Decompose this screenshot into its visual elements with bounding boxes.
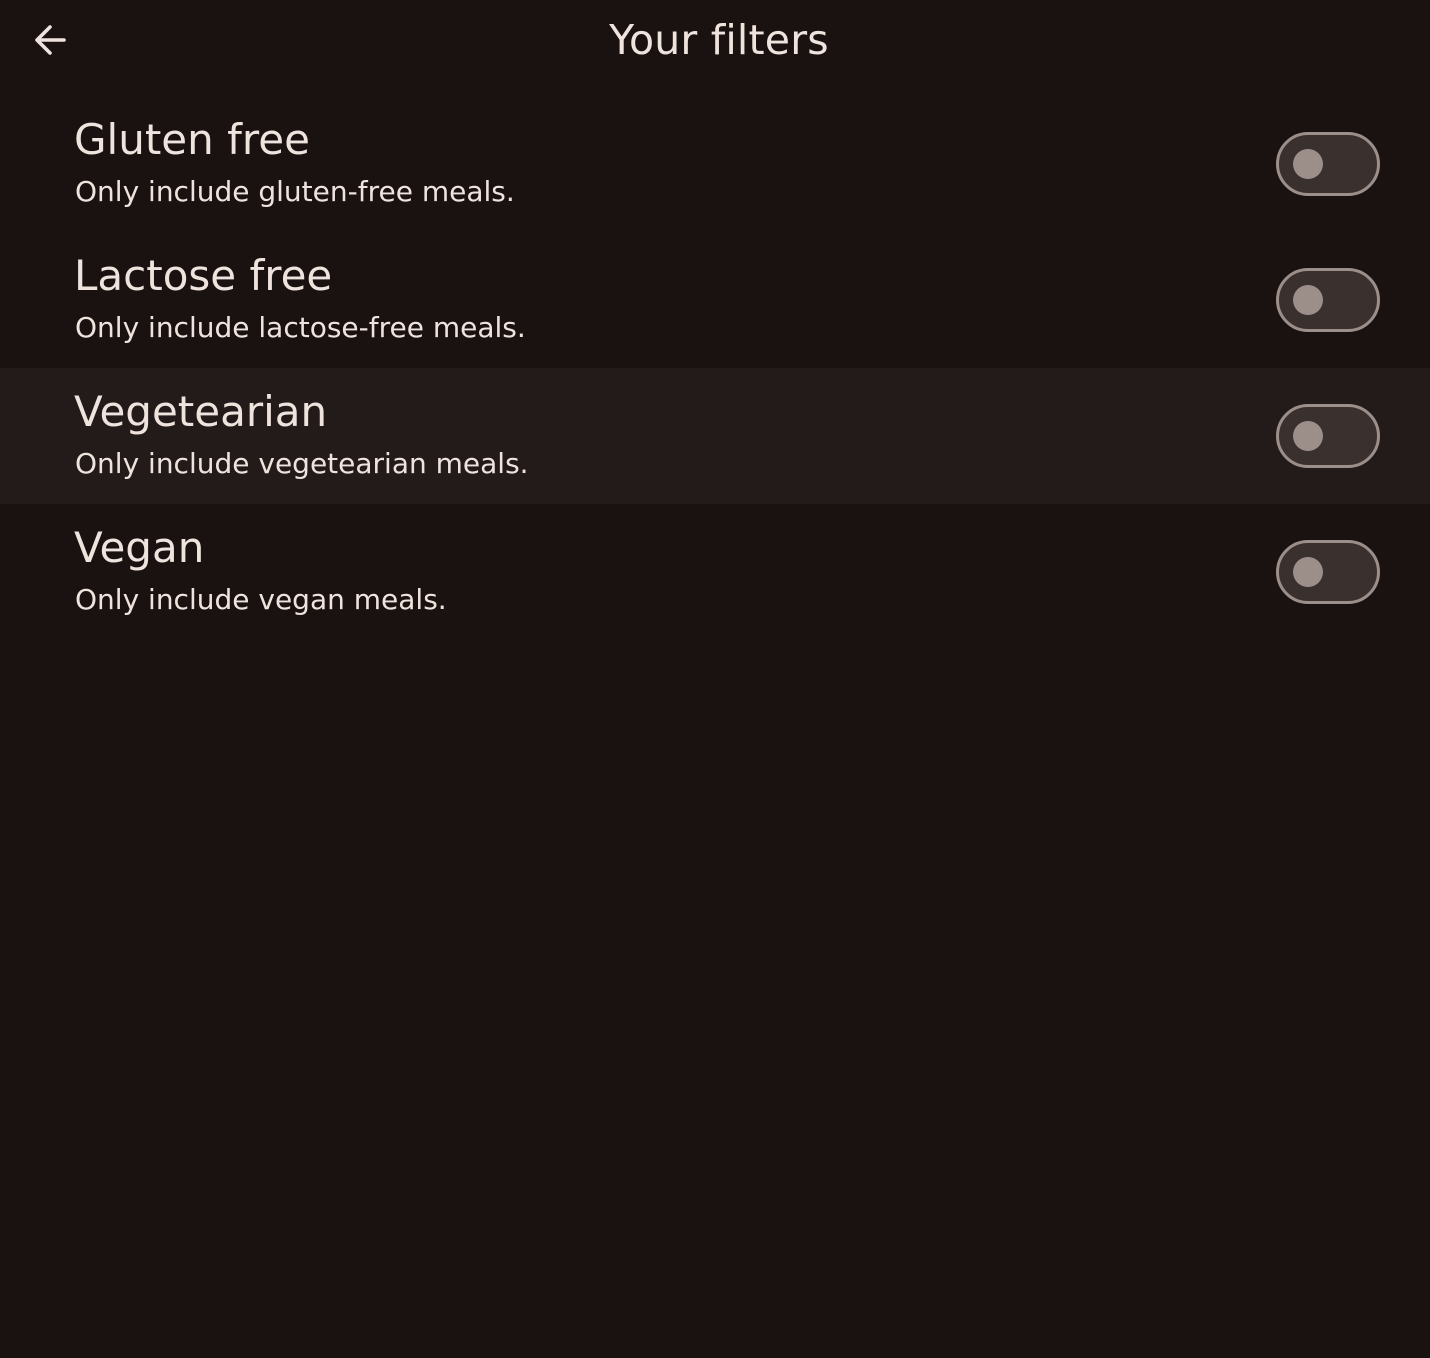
filter-row-vegetarian[interactable]: Vegetearian Only include vegetearian mea… [0, 368, 1430, 504]
filter-subtitle: Only include lactose-free meals. [75, 311, 526, 344]
lactose-free-switch[interactable] [1276, 268, 1380, 332]
page-title: Your filters [609, 16, 829, 64]
switch-thumb [1293, 285, 1323, 315]
filter-title: Vegetearian [74, 387, 328, 436]
filter-subtitle: Only include vegetearian meals. [75, 447, 529, 480]
app-bar: Your filters [0, 0, 1430, 96]
filter-row-gluten-free[interactable]: Gluten free Only include gluten-free mea… [0, 96, 1430, 232]
vegetarian-switch[interactable] [1276, 404, 1380, 468]
filter-title: Vegan [74, 523, 205, 572]
gluten-free-switch[interactable] [1276, 132, 1380, 196]
switch-thumb [1293, 557, 1323, 587]
switch-thumb [1293, 421, 1323, 451]
switch-thumb [1293, 149, 1323, 179]
filter-list: Gluten free Only include gluten-free mea… [0, 96, 1430, 640]
filter-title: Lactose free [74, 251, 333, 300]
vegan-switch[interactable] [1276, 540, 1380, 604]
filter-subtitle: Only include vegan meals. [75, 583, 447, 616]
filter-row-vegan[interactable]: Vegan Only include vegan meals. [0, 504, 1430, 640]
filters-screen: Your filters Gluten free Only include gl… [0, 0, 1430, 1358]
filter-title: Gluten free [74, 115, 310, 164]
filter-subtitle: Only include gluten-free meals. [75, 175, 515, 208]
filter-row-lactose-free[interactable]: Lactose free Only include lactose-free m… [0, 232, 1430, 368]
